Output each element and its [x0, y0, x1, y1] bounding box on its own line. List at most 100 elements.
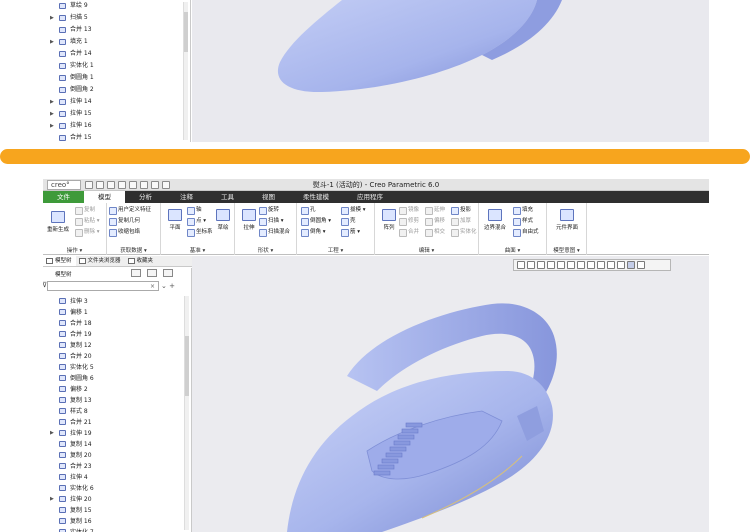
- group-caption[interactable]: 基准 ▾: [161, 246, 234, 254]
- tree-item[interactable]: 实体化 1: [43, 60, 190, 72]
- tree-item[interactable]: 合并 21: [43, 417, 191, 428]
- tree-item[interactable]: 合并 23: [43, 461, 191, 472]
- tree-columns-icon[interactable]: [147, 269, 157, 277]
- hole-button[interactable]: 孔: [301, 206, 316, 215]
- tree-item[interactable]: ▶ 填充 1: [43, 36, 190, 48]
- draft-button[interactable]: 拔模 ▾: [341, 206, 366, 215]
- group-caption[interactable]: 编辑 ▾: [375, 246, 478, 254]
- zoom-out-icon[interactable]: [537, 261, 545, 269]
- navigator-tab[interactable]: 收藏夹: [125, 256, 158, 266]
- datum-display-icon[interactable]: [607, 261, 615, 269]
- tree-item[interactable]: 倒圆角 2: [43, 84, 190, 96]
- tree-scrollbar[interactable]: [183, 2, 188, 140]
- tree-item[interactable]: 样式 8: [43, 406, 191, 417]
- group-caption[interactable]: 曲面 ▾: [479, 246, 546, 254]
- ribbon-tab[interactable]: 分析: [125, 191, 166, 203]
- display-style-icon[interactable]: [557, 261, 565, 269]
- group-caption[interactable]: 获取数据 ▾: [107, 246, 160, 254]
- navigator-tab[interactable]: 模型树: [43, 256, 76, 266]
- tree-item[interactable]: 实体化 6: [43, 483, 191, 494]
- freestyle-button[interactable]: 自由式: [513, 228, 539, 237]
- refit-icon[interactable]: [517, 261, 525, 269]
- ribbon-tab[interactable]: 文件: [43, 191, 84, 203]
- tree-item[interactable]: 拉伸 3: [43, 296, 191, 307]
- saved-views-icon[interactable]: [567, 261, 575, 269]
- style-button[interactable]: 样式: [513, 217, 533, 226]
- tree-settings-icon[interactable]: [131, 269, 141, 277]
- view-filter-icon[interactable]: [637, 261, 645, 269]
- ribbon-tab[interactable]: 工具: [207, 191, 248, 203]
- tree-item[interactable]: 倒圆角 1: [43, 72, 190, 84]
- clear-icon[interactable]: ×: [150, 283, 155, 290]
- expand-arrow-icon[interactable]: ▶: [50, 428, 54, 439]
- graphics-viewport[interactable]: [192, 256, 709, 532]
- tree-item[interactable]: ▶ 拉伸 14: [43, 96, 190, 108]
- tree-item[interactable]: ▶ 拉伸 19: [43, 428, 191, 439]
- paste-button[interactable]: 粘贴 ▾: [75, 217, 100, 226]
- expand-arrow-icon[interactable]: ▶: [50, 36, 54, 48]
- scroll-thumb[interactable]: [184, 12, 188, 52]
- shell-button[interactable]: 壳: [341, 217, 356, 226]
- trim-button[interactable]: 修剪: [399, 217, 419, 226]
- axis-button[interactable]: 轴: [187, 206, 202, 215]
- ribbon-tab[interactable]: 模型: [84, 191, 125, 203]
- round-button[interactable]: 倒圆角 ▾: [301, 217, 331, 226]
- tree-item[interactable]: ▶ 扫描 5: [43, 12, 190, 24]
- ribbon-tab[interactable]: 应用程序: [343, 191, 397, 203]
- tree-item[interactable]: 合并 15: [43, 132, 190, 142]
- extend-button[interactable]: 延伸: [425, 206, 445, 215]
- solidify-button[interactable]: 实体化: [451, 228, 477, 237]
- tree-item[interactable]: 草绘 9: [43, 0, 190, 12]
- delete-button[interactable]: 删除 ▾: [75, 228, 100, 237]
- rib-button[interactable]: 筋 ▾: [341, 228, 360, 237]
- section-icon[interactable]: [597, 261, 605, 269]
- expand-arrow-icon[interactable]: ▶: [50, 12, 54, 24]
- group-caption[interactable]: 形状 ▾: [235, 246, 296, 254]
- ribbon-tab[interactable]: 注释: [166, 191, 207, 203]
- spin-center-icon[interactable]: [627, 261, 635, 269]
- expand-arrow-icon[interactable]: ▶: [50, 120, 54, 132]
- thicken-button[interactable]: 加厚: [451, 217, 471, 226]
- fill-button[interactable]: 填充: [513, 206, 533, 215]
- point-button[interactable]: 点 ▾: [187, 217, 206, 226]
- regenerate-button[interactable]: 重新生成: [44, 211, 72, 233]
- project-button[interactable]: 投影: [451, 206, 471, 215]
- expand-arrow-icon[interactable]: ▶: [50, 108, 54, 120]
- scroll-thumb[interactable]: [185, 336, 189, 396]
- group-caption[interactable]: 工程 ▾: [297, 246, 374, 254]
- copy-button[interactable]: 复制: [75, 206, 95, 215]
- expand-arrow-icon[interactable]: ▶: [50, 96, 54, 108]
- tree-item[interactable]: 偏移 1: [43, 307, 191, 318]
- copy-geometry-button[interactable]: 复制几何: [109, 217, 140, 226]
- tree-item[interactable]: 合并 14: [43, 48, 190, 60]
- mirror-button[interactable]: 镜像: [399, 206, 419, 215]
- tree-item[interactable]: 复制 12: [43, 340, 191, 351]
- tree-item[interactable]: 倒圆角 6: [43, 373, 191, 384]
- tree-item[interactable]: 复制 20: [43, 450, 191, 461]
- tree-show-icon[interactable]: [163, 269, 173, 277]
- shrinkwrap-button[interactable]: 收缩包络: [109, 228, 140, 237]
- tree-item[interactable]: ▶ 拉伸 16: [43, 120, 190, 132]
- tree-search-input[interactable]: ×: [47, 281, 159, 291]
- tree-item[interactable]: 拉伸 4: [43, 472, 191, 483]
- tree-item[interactable]: 合并 20: [43, 351, 191, 362]
- annotation-display-icon[interactable]: [617, 261, 625, 269]
- tree-item[interactable]: 合并 13: [43, 24, 190, 36]
- tree-item[interactable]: 复制 16: [43, 516, 191, 527]
- revolve-button[interactable]: 旋转: [259, 206, 279, 215]
- plane-button[interactable]: 平面: [161, 209, 189, 231]
- group-caption[interactable]: 模型意图 ▾: [547, 246, 586, 254]
- tree-item[interactable]: ▶ 拉伸 20: [43, 494, 191, 505]
- tree-item[interactable]: 合并 19: [43, 329, 191, 340]
- tree-item[interactable]: 复制 14: [43, 439, 191, 450]
- tree-item[interactable]: 实体化 5: [43, 362, 191, 373]
- sketch-button[interactable]: 草绘: [209, 209, 237, 231]
- tree-scrollbar[interactable]: [184, 296, 189, 530]
- swept-blend-button[interactable]: 扫描混合: [259, 228, 290, 237]
- graphics-viewport-top[interactable]: [192, 0, 709, 142]
- add-filter-icon[interactable]: ⌄ +: [161, 282, 175, 290]
- component-interface-button[interactable]: 元件界面: [553, 209, 581, 231]
- repaint-icon[interactable]: [547, 261, 555, 269]
- group-caption[interactable]: 操作 ▾: [43, 246, 106, 254]
- tree-item[interactable]: 合并 18: [43, 318, 191, 329]
